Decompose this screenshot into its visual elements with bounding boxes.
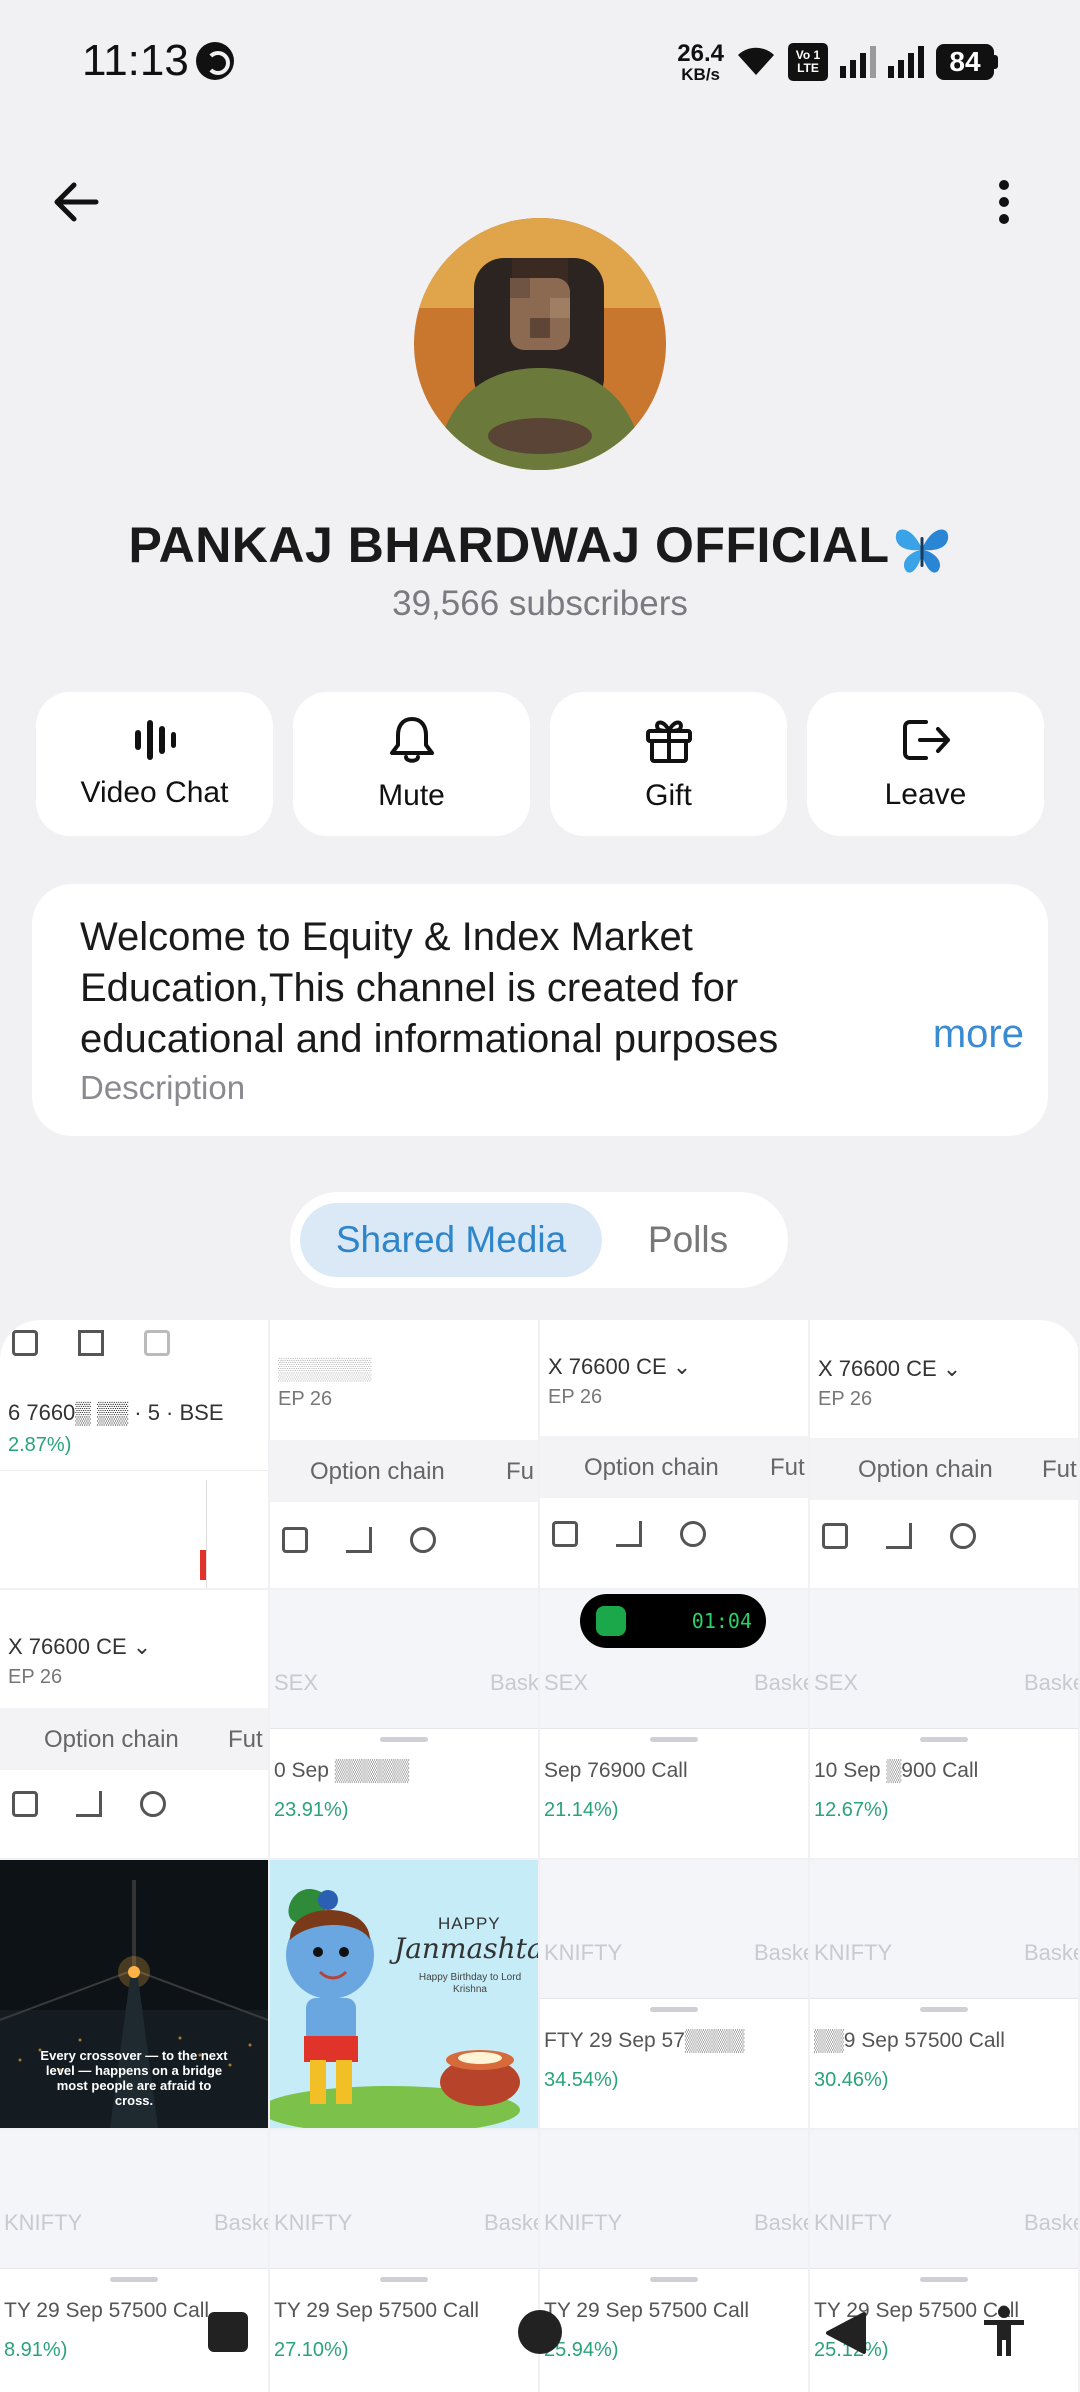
- more-vertical-icon: [999, 180, 1009, 224]
- more-options-button[interactable]: [968, 166, 1040, 238]
- phone-icon: [596, 1606, 626, 1636]
- battery-level: 84: [936, 44, 994, 80]
- media-item[interactable]: SEX Baske 10 Sep ▒900 Call 12.67%): [810, 1590, 1078, 1858]
- media-tabs: Shared Media Polls: [290, 1192, 788, 1288]
- signal-strength-icon-2: [888, 46, 924, 78]
- media-item[interactable]: 6 7660▒ ▒▒ · 5 · BSE 2.87%): [0, 1320, 268, 1588]
- status-time: 11:13: [82, 36, 189, 85]
- notification-app-icon: [196, 42, 234, 80]
- media-item[interactable]: KNIFTY Baske ▒▒9 Sep 57500 Call 30.46%): [810, 1860, 1078, 2128]
- janmashtami-title2: Janmashtami: [394, 1932, 538, 1965]
- avatar-photo: [414, 218, 666, 470]
- leave-label: Leave: [884, 778, 967, 811]
- gift-label: Gift: [645, 779, 692, 812]
- media-item-quote-image[interactable]: Every crossover — to the next level — ha…: [0, 1860, 268, 2128]
- video-chat-button[interactable]: Video Chat: [36, 692, 273, 836]
- janmashtami-subtitle: Happy Birthday to Lord Krishna: [418, 1972, 522, 1995]
- media-item[interactable]: KNIFTY Baske FTY 29 Sep 57▒▒▒▒ 34.54%): [540, 1860, 808, 2128]
- network-speed: 26.4 KB/s: [677, 39, 724, 84]
- system-nav-bar: [0, 2280, 1080, 2392]
- voice-chat-icon: [134, 720, 176, 760]
- back-button[interactable]: [40, 166, 112, 238]
- tab-polls[interactable]: Polls: [608, 1203, 768, 1277]
- media-item[interactable]: ▒▒▒▒▒▒ EP 26 Option chain Fu: [270, 1320, 538, 1588]
- channel-name: PANKAJ BHARDWAJ OFFICIAL: [0, 516, 1080, 575]
- subscriber-count: 39,566 subscribers: [392, 584, 688, 623]
- media-item[interactable]: SEX Baske 0 Sep ▒▒▒▒▒ 23.91%): [270, 1590, 538, 1858]
- leave-icon: [902, 720, 950, 760]
- channel-actions: Video Chat Mute Gift Leave: [36, 692, 1044, 836]
- description-label: Description: [80, 1069, 246, 1106]
- media-item-janmashtami-image[interactable]: HAPPY Janmashtami Happy Birthday to Lord…: [270, 1860, 538, 2128]
- nav-back-icon[interactable]: [824, 2310, 868, 2356]
- description-card[interactable]: Welcome to Equity & Index Market Educati…: [32, 884, 1048, 1136]
- video-chat-label: Video Chat: [80, 776, 229, 809]
- battery-icon: 84: [936, 44, 998, 80]
- recent-apps-button[interactable]: [208, 2312, 248, 2352]
- accessibility-icon[interactable]: [982, 2306, 1026, 2358]
- description-text: Welcome to Equity & Index Market Educati…: [80, 915, 779, 1061]
- call-timer: 01:04: [691, 1609, 752, 1633]
- wifi-icon: [738, 47, 774, 75]
- quote-text: Every crossover — to the next level — ha…: [40, 2048, 228, 2108]
- signal-strength-icon: [840, 46, 876, 78]
- mute-label: Mute: [378, 779, 445, 812]
- bell-icon: [389, 717, 434, 763]
- tab-shared-media[interactable]: Shared Media: [300, 1203, 602, 1277]
- janmashtami-title1: HAPPY: [438, 1914, 501, 1933]
- media-item[interactable]: X 76600 CE ⌄ EP 26 Option chain Fut: [0, 1590, 268, 1858]
- media-item[interactable]: X 76600 CE ⌄ EP 26 Option chain Fut: [810, 1320, 1078, 1588]
- mute-button[interactable]: Mute: [293, 692, 530, 836]
- status-icons: 26.4 KB/s Vo 1 LTE 84: [677, 40, 998, 84]
- arrow-left-icon: [54, 182, 99, 222]
- leave-button[interactable]: Leave: [807, 692, 1044, 836]
- status-bar: 11:13 26.4 KB/s Vo 1 LTE 84: [0, 0, 1080, 120]
- gift-button[interactable]: Gift: [550, 692, 787, 836]
- channel-avatar[interactable]: [414, 218, 666, 470]
- ongoing-call-pill[interactable]: 01:04: [580, 1594, 766, 1648]
- home-button[interactable]: [518, 2310, 562, 2354]
- butterfly-icon: [895, 529, 948, 573]
- media-item[interactable]: X 76600 CE ⌄ EP 26 Option chain Fut: [540, 1320, 808, 1588]
- shared-media-grid: 6 7660▒ ▒▒ · 5 · BSE 2.87%) ▒▒▒▒▒▒ EP 26…: [0, 1320, 1080, 2392]
- gift-icon: [645, 720, 692, 763]
- description-more-link[interactable]: more: [892, 1012, 1024, 1057]
- volte-icon: Vo 1 LTE: [788, 43, 828, 81]
